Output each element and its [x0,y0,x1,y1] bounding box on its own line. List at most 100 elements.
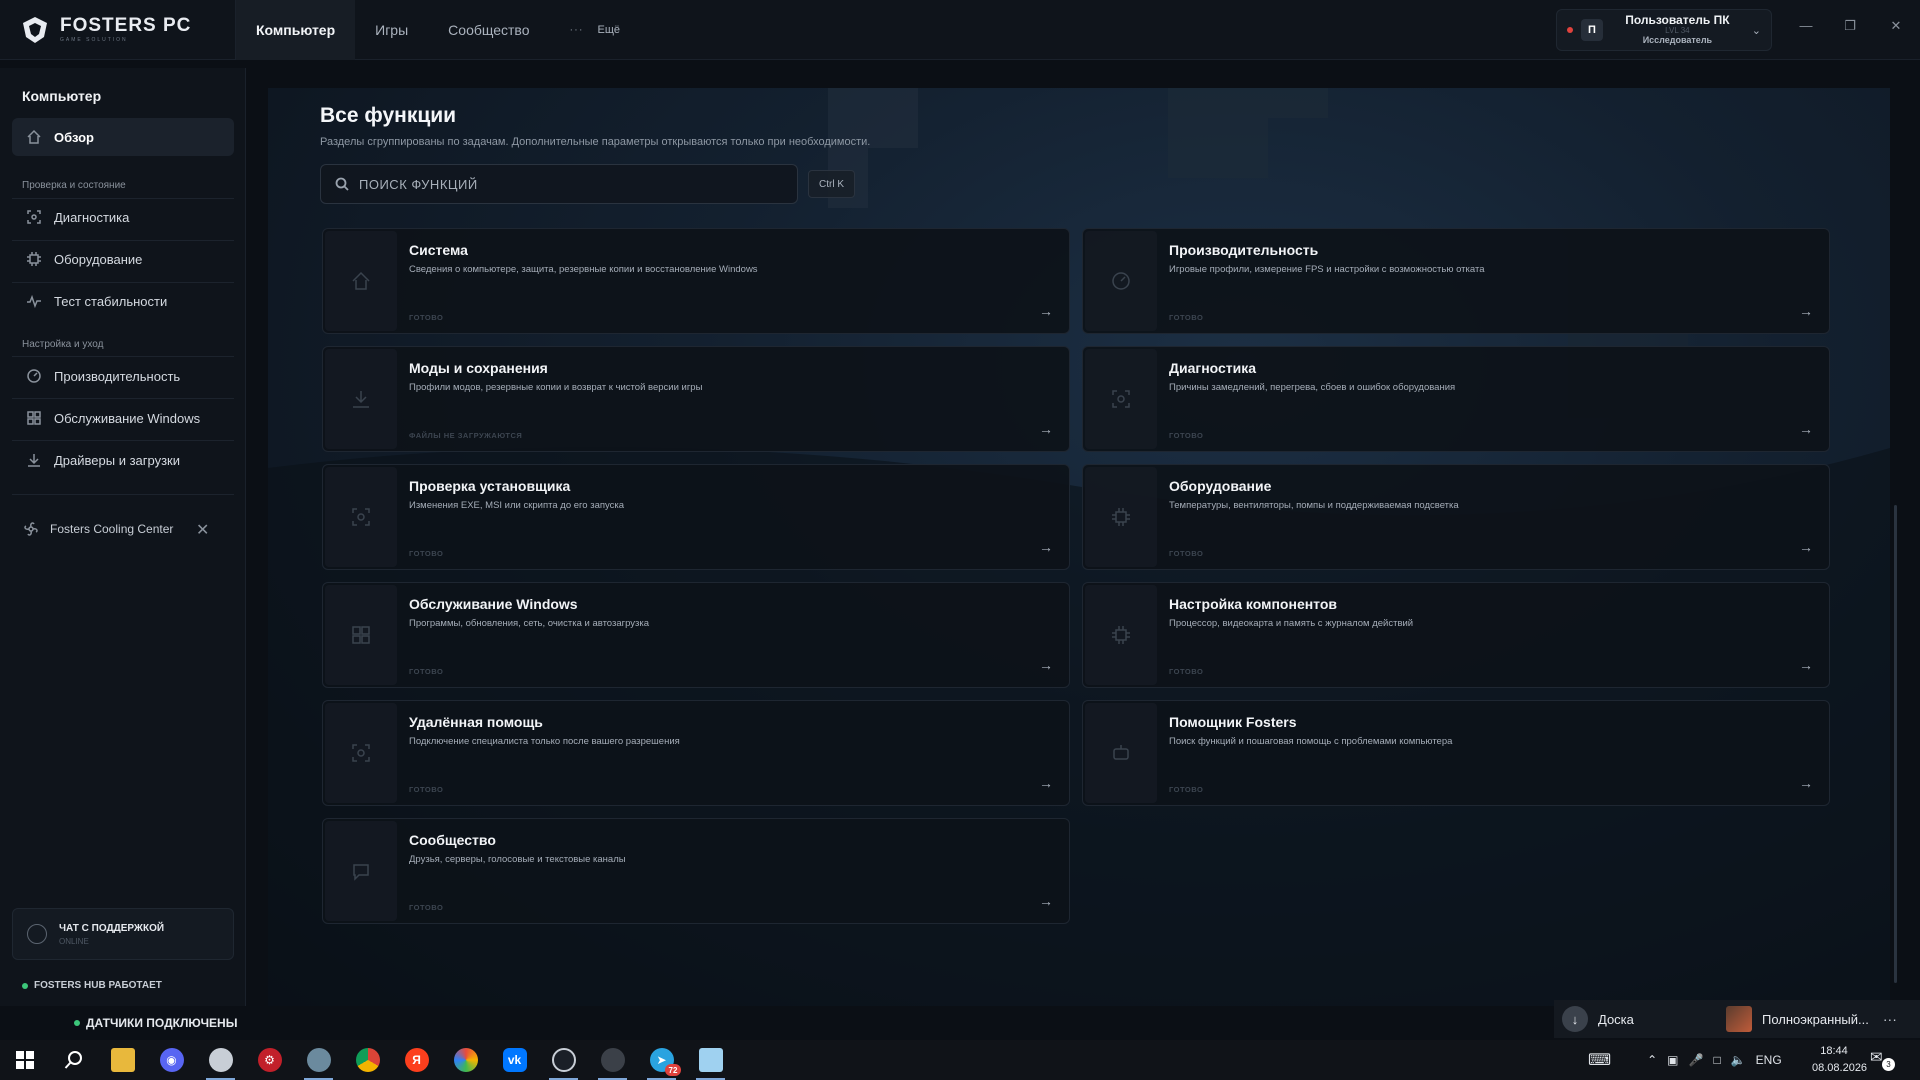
arrow-right-icon[interactable]: → [1039,657,1053,673]
feature-card[interactable]: Моды и сохранения Профили модов, резервны… [322,346,1070,452]
feature-card[interactable]: Помощник Fosters Поиск функций и пошагова… [1082,700,1830,806]
arrow-right-icon[interactable]: → [1799,303,1813,319]
yandex-icon: Я [404,1048,429,1072]
card-icon-box [1085,349,1157,449]
close-icon[interactable]: ✕ [196,520,209,540]
app-gray-icon [600,1048,625,1072]
taskbar-telegram[interactable]: ➤ 72 [637,1040,686,1080]
taskbar-app-color[interactable] [441,1040,490,1080]
sidebar-item-performance[interactable]: Производительность [12,357,234,395]
card-icon-box [1085,585,1157,685]
feature-card[interactable]: Сообщество Друзья, серверы, голосовые и т… [322,818,1070,924]
microphone-icon[interactable]: 🎤 [1689,1053,1704,1067]
card-description: Причины замедлений, перегрева, сбоев и о… [1169,382,1456,393]
chevron-up-icon[interactable]: ⌃ [1647,1053,1657,1067]
card-title: Диагностика [1169,360,1257,376]
sidebar-item-diagnostics[interactable]: Диагностика [12,198,234,236]
notification-label: Полноэкранный... [1762,1011,1869,1027]
start-button[interactable] [0,1040,49,1080]
card-icon-box [325,585,397,685]
tab-more[interactable]: ··· Ещё [550,0,641,60]
card-title: Настройка компонентов [1169,596,1338,612]
network-icon[interactable]: □ [1713,1053,1720,1067]
taskbar-app-red[interactable]: ⚙ [245,1040,294,1080]
close-button[interactable]: ✕ [1884,18,1908,34]
card-title: Обслуживание Windows [409,596,578,612]
feature-card[interactable]: Производительность Игровые профили, измер… [1082,228,1830,334]
clock-date: 08.08.2026 [1812,1062,1868,1074]
sidebar-item-drivers[interactable]: Драйверы и загрузки [12,441,234,479]
feature-card[interactable]: Проверка установщика Изменения EXE, MSI и… [322,464,1070,570]
taskbar-app-browser[interactable] [196,1040,245,1080]
tab-community[interactable]: Сообщество [428,0,549,60]
feature-card[interactable]: Система Сведения о компьютере, защита, ре… [322,228,1070,334]
sidebar-item-cooling[interactable]: Fosters Cooling Center [22,520,222,538]
taskbar-notes[interactable] [686,1040,735,1080]
minimize-button[interactable]: — [1794,18,1818,33]
tab-computer[interactable]: Компьютер [236,0,356,60]
feature-card[interactable]: Диагностика Причины замедлений, перегрева… [1082,346,1830,452]
search-icon [335,177,349,191]
chrome-icon [355,1048,380,1072]
pulse-icon [27,294,41,309]
feature-card[interactable]: Обслуживание Windows Программы, обновлени… [322,582,1070,688]
sidebar-item-windows[interactable]: Обслуживание Windows [12,399,234,437]
arrow-right-icon[interactable]: → [1799,421,1813,437]
scrollbar[interactable] [1894,505,1897,983]
search-box[interactable] [320,164,798,204]
taskbar-chrome[interactable] [343,1040,392,1080]
arrow-right-icon[interactable]: → [1039,893,1053,909]
notification-center-button[interactable]: ✉ 3 [1870,1048,1895,1072]
app-logo[interactable]: FOSTERS PC GAME SOLUTION [0,0,236,60]
chat-icon [353,864,369,881]
maximize-button[interactable]: ❐ [1838,18,1862,34]
taskbar-app-gray[interactable] [588,1040,637,1080]
scan-icon [352,744,370,762]
title-bar: FOSTERS PC GAME SOLUTION Компьютер Игры … [0,0,1920,60]
taskbar-discord[interactable]: ◉ [147,1040,196,1080]
card-icon-box [1085,467,1157,567]
support-chat-button[interactable]: ЧАТ С ПОДДЕРЖКОЙ ONLINE [12,908,234,960]
more-icon[interactable]: ··· [1883,1011,1897,1027]
taskbar-vk[interactable]: vk [490,1040,539,1080]
clock[interactable]: 18:44 08.08.2026 [1812,1043,1868,1077]
card-title: Проверка установщика [409,478,571,494]
sidebar-item-hardware[interactable]: Оборудование [12,240,234,278]
taskbar-app-dragon[interactable] [294,1040,343,1080]
volume-icon[interactable]: 🔈 [1731,1053,1746,1067]
notification-fullscreen[interactable]: Полноэкранный... [1718,1006,1869,1032]
arrow-right-icon[interactable]: → [1039,421,1053,437]
arrow-right-icon[interactable]: → [1039,775,1053,791]
notification-doska[interactable]: ↓ Доска [1554,1006,1718,1032]
taskbar-yandex[interactable]: Я [392,1040,441,1080]
feature-card[interactable]: Настройка компонентов Процессор, видеокар… [1082,582,1830,688]
arrow-right-icon[interactable]: → [1039,539,1053,555]
arrow-right-icon[interactable]: → [1039,303,1053,319]
card-description: Процессор, видеокарта и память с журнало… [1169,618,1414,629]
taskbar-search[interactable] [49,1040,98,1080]
sidebar-item-stability[interactable]: Тест стабильности [12,282,234,320]
chip-icon [27,252,41,266]
card-icon-box [325,467,397,567]
gauge-icon [1112,272,1130,290]
tray-app-icon[interactable]: ▣ [1667,1053,1678,1067]
taskbar-app-clock[interactable] [539,1040,588,1080]
search-input[interactable] [359,176,779,192]
arrow-right-icon[interactable]: → [1799,539,1813,555]
chevron-down-icon: ⌄ [1751,24,1761,37]
tab-games[interactable]: Игры [355,0,428,60]
feature-card[interactable]: Удалённая помощь Подключение специалиста … [322,700,1070,806]
arrow-right-icon[interactable]: → [1799,775,1813,791]
shortcut-hint: Ctrl K [808,170,855,198]
arrow-right-icon[interactable]: → [1799,657,1813,673]
card-description: Друзья, серверы, голосовые и текстовые к… [409,854,626,865]
feature-card[interactable]: Оборудование Температуры, вентиляторы, по… [1082,464,1830,570]
sidebar-item-label: Диагностика [54,209,130,225]
user-menu[interactable]: П Пользователь ПК LVL 34 Исследователь ⌄ [1556,9,1772,51]
keyboard-icon[interactable]: ⌨ [1588,1050,1611,1070]
scan-icon [1112,390,1130,408]
language-indicator[interactable]: ENG [1756,1053,1782,1067]
taskbar-explorer[interactable] [98,1040,147,1080]
chat-icon [27,924,47,944]
sidebar-item-overview[interactable]: Обзор [12,118,234,156]
